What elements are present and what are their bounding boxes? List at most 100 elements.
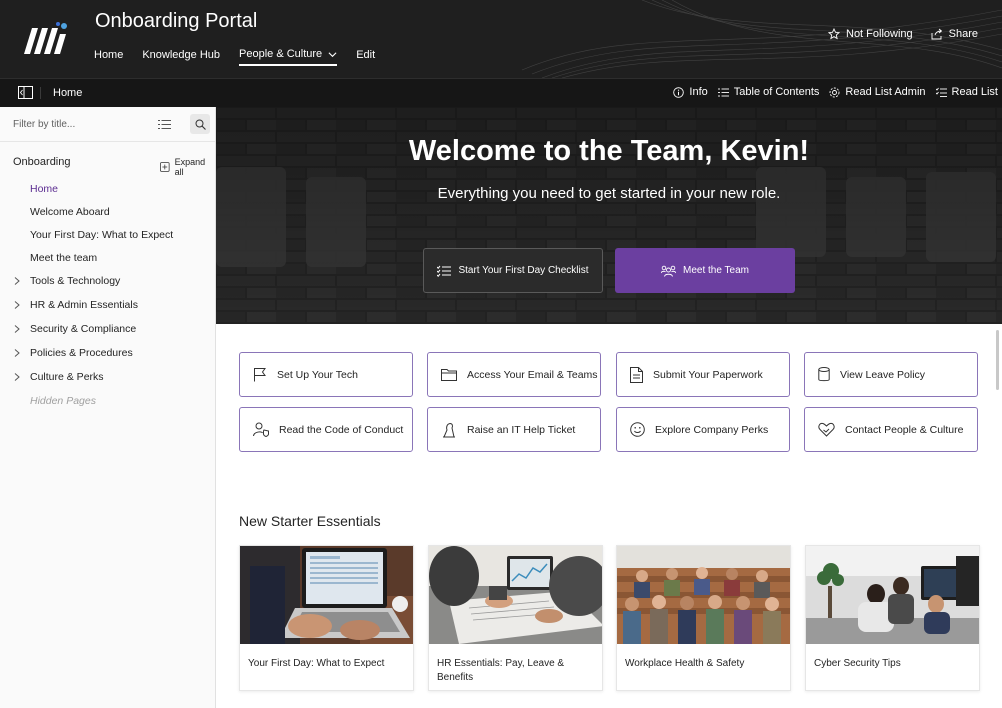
- nav-people-culture[interactable]: People & Culture: [239, 48, 338, 66]
- card-image-meeting-documents: [429, 546, 602, 644]
- page-scrollbar[interactable]: [996, 330, 999, 390]
- chevron-right-icon[interactable]: [14, 373, 20, 381]
- table-of-contents-icon: [717, 88, 729, 96]
- essential-card[interactable]: Workplace Health & Safety: [616, 545, 791, 691]
- card-caption: Cyber Security Tips: [814, 658, 901, 669]
- quick-link-code-of-conduct[interactable]: Read the Code of Conduct: [239, 407, 413, 452]
- share-label: Share: [948, 28, 978, 40]
- nav-tree-item-welcome-aboard[interactable]: Welcome Aboard: [0, 200, 215, 223]
- tree-item-label: Culture & Perks: [30, 371, 104, 383]
- chevron-right-icon[interactable]: [14, 349, 20, 357]
- nav-tree-item-hidden-pages[interactable]: Hidden Pages: [0, 389, 215, 412]
- read-list-button[interactable]: Read List: [935, 86, 998, 98]
- nav-tree-item-meet-the-team[interactable]: Meet the team: [0, 246, 215, 269]
- quick-link-contact-people-culture[interactable]: Contact People & Culture: [804, 407, 978, 452]
- search-icon: [195, 119, 206, 130]
- document-icon: [630, 366, 643, 383]
- breadcrumb[interactable]: Home: [40, 87, 82, 99]
- chevron-down-icon: [328, 51, 337, 57]
- checklist-icon: [437, 265, 452, 277]
- quick-link-label: Set Up Your Tech: [277, 368, 358, 381]
- card-caption: HR Essentials: Pay, Leave & Benefits: [437, 658, 565, 683]
- nav-tree-item-first-day[interactable]: Your First Day: What to Expect: [0, 223, 215, 246]
- nav-tree: Home Welcome Aboard Your First Day: What…: [0, 177, 215, 412]
- card-image-group-photo: [617, 546, 790, 644]
- filter-bar: Filter by title...: [0, 107, 215, 142]
- nav-tree-item-hr-admin[interactable]: HR & Admin Essentials: [0, 293, 215, 317]
- first-day-checklist-button[interactable]: Start Your First Day Checklist: [423, 248, 603, 293]
- quick-link-leave-policy[interactable]: View Leave Policy: [804, 352, 978, 397]
- nav-tree-item-home[interactable]: Home: [0, 177, 215, 200]
- hero-banner: Welcome to the Team, Kevin! Everything y…: [216, 107, 1002, 324]
- meet-the-team-button[interactable]: Meet the Team: [615, 248, 795, 293]
- header-actions: Not Following Share: [828, 28, 978, 40]
- site-logo[interactable]: [22, 20, 70, 58]
- expand-all-button[interactable]: Expand all: [160, 157, 215, 177]
- hero-subtitle: Everything you need to get started in yo…: [437, 185, 781, 202]
- nav-knowledge-hub-label: Knowledge Hub: [142, 49, 221, 61]
- nav-edit[interactable]: Edit: [356, 48, 375, 66]
- person-shield-icon: [253, 422, 269, 437]
- chevron-right-icon[interactable]: [14, 325, 20, 333]
- chevron-right-icon[interactable]: [14, 301, 20, 309]
- toc-label: Table of Contents: [733, 86, 820, 98]
- quick-link-label: View Leave Policy: [840, 368, 926, 381]
- nav-tree-item-tools-technology[interactable]: Tools & Technology: [0, 269, 215, 293]
- quick-link-it-ticket[interactable]: Raise an IT Help Ticket: [427, 407, 601, 452]
- search-button[interactable]: [190, 114, 210, 134]
- share-button[interactable]: Share: [931, 28, 978, 40]
- nav-tree-item-culture-perks[interactable]: Culture & Perks: [0, 365, 215, 389]
- quick-link-paperwork[interactable]: Submit Your Paperwork: [616, 352, 790, 397]
- command-actions: Info Table of Contents Read List Admin R…: [673, 86, 998, 98]
- filter-input[interactable]: Filter by title...: [13, 119, 75, 130]
- quick-link-company-perks[interactable]: Explore Company Perks: [616, 407, 790, 452]
- info-button[interactable]: Info: [673, 86, 708, 98]
- panel-toggle-icon[interactable]: [18, 86, 33, 99]
- database-icon: [818, 367, 830, 382]
- expand-all-label: Expand all: [174, 157, 206, 177]
- essential-card[interactable]: HR Essentials: Pay, Leave & Benefits: [428, 545, 603, 691]
- nav-knowledge-hub[interactable]: Knowledge Hub: [142, 48, 220, 66]
- card-image-office-computers: [806, 546, 979, 644]
- nav-people-culture-label: People & Culture: [239, 48, 323, 60]
- nav-section-heading[interactable]: Onboarding: [13, 156, 71, 168]
- essential-card[interactable]: Cyber Security Tips: [805, 545, 980, 691]
- smile-icon: [630, 422, 645, 437]
- tree-item-label: Security & Compliance: [30, 323, 137, 335]
- tree-item-label: Policies & Procedures: [30, 347, 133, 359]
- site-header: Onboarding Portal Home Knowledge Hub Peo…: [0, 0, 1002, 78]
- star-icon: [828, 28, 840, 40]
- quick-link-label: Explore Company Perks: [655, 423, 769, 436]
- info-icon: [673, 86, 685, 98]
- read-list-label: Read List: [951, 86, 998, 98]
- read-list-admin-button[interactable]: Read List Admin: [829, 86, 926, 98]
- nav-tree-item-security-compliance[interactable]: Security & Compliance: [0, 317, 215, 341]
- quick-link-email-teams[interactable]: Access Your Email & Teams: [427, 352, 601, 397]
- essential-card[interactable]: Your First Day: What to Expect: [239, 545, 414, 691]
- quick-link-label: Access Your Email & Teams: [467, 368, 598, 381]
- chevron-right-icon[interactable]: [14, 277, 20, 285]
- nav-tree-item-policies-procedures[interactable]: Policies & Procedures: [0, 341, 215, 365]
- toc-button[interactable]: Table of Contents: [717, 86, 820, 98]
- list-view-icon[interactable]: [158, 119, 171, 130]
- read-list-admin-label: Read List Admin: [845, 86, 926, 98]
- gear-icon: [829, 87, 840, 97]
- nav-edit-label: Edit: [356, 49, 376, 61]
- tree-item-label: Welcome Aboard: [30, 205, 110, 218]
- tree-item-label: Your First Day: What to Expect: [30, 228, 174, 241]
- page-navigation-sidebar: Filter by title... Onboarding Expand all…: [0, 107, 216, 708]
- top-navigation: Home Knowledge Hub People & Culture Edit: [94, 48, 394, 66]
- follow-button[interactable]: Not Following: [828, 28, 913, 40]
- first-day-checklist-label: Start Your First Day Checklist: [458, 265, 589, 276]
- site-title[interactable]: Onboarding Portal: [95, 10, 257, 33]
- heart-people-icon: [818, 422, 835, 437]
- quick-link-label: Submit Your Paperwork: [653, 368, 763, 381]
- quick-link-set-up-tech[interactable]: Set Up Your Tech: [239, 352, 413, 397]
- tree-item-label: HR & Admin Essentials: [30, 299, 138, 311]
- tree-item-label: Home: [30, 182, 59, 195]
- nav-home[interactable]: Home: [94, 48, 123, 66]
- team-icon: [661, 265, 677, 277]
- nav-home-label: Home: [94, 49, 124, 61]
- meet-the-team-label: Meet the Team: [683, 265, 749, 276]
- flag-icon: [254, 368, 266, 382]
